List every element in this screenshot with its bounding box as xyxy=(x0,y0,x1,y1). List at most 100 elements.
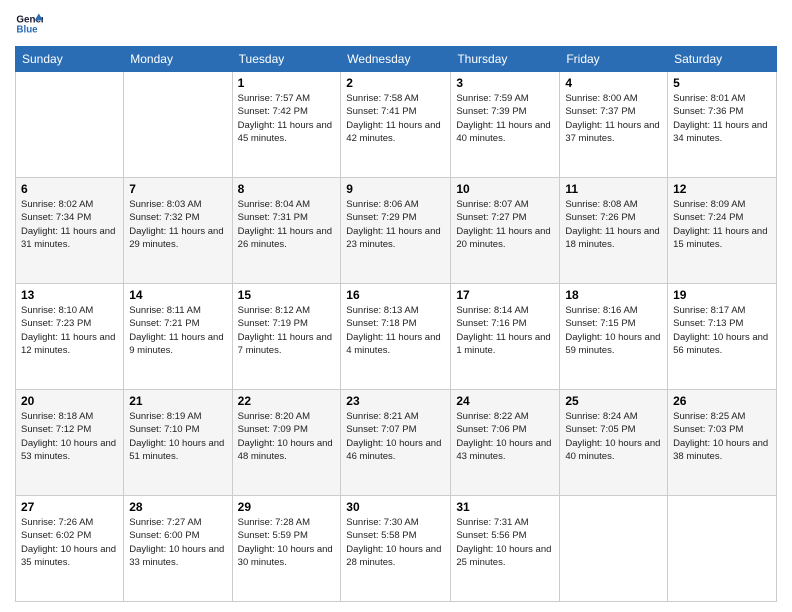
day-info: Sunrise: 7:59 AMSunset: 7:39 PMDaylight:… xyxy=(456,92,554,145)
day-number: 28 xyxy=(129,500,226,514)
calendar-cell: 29 Sunrise: 7:28 AMSunset: 5:59 PMDayligh… xyxy=(232,496,341,602)
day-info: Sunrise: 8:14 AMSunset: 7:16 PMDaylight:… xyxy=(456,304,554,357)
day-info: Sunrise: 8:25 AMSunset: 7:03 PMDaylight:… xyxy=(673,410,771,463)
day-number: 12 xyxy=(673,182,771,196)
day-info: Sunrise: 8:03 AMSunset: 7:32 PMDaylight:… xyxy=(129,198,226,251)
calendar-cell xyxy=(124,72,232,178)
day-number: 18 xyxy=(565,288,662,302)
calendar-cell: 8 Sunrise: 8:04 AMSunset: 7:31 PMDaylight… xyxy=(232,178,341,284)
week-row-5: 27 Sunrise: 7:26 AMSunset: 6:02 PMDayligh… xyxy=(16,496,777,602)
day-number: 1 xyxy=(238,76,336,90)
day-number: 24 xyxy=(456,394,554,408)
day-info: Sunrise: 8:18 AMSunset: 7:12 PMDaylight:… xyxy=(21,410,118,463)
calendar-cell: 16Sunrise: 8:13 AMSunset: 7:18 PMDayligh… xyxy=(341,284,451,390)
day-number: 4 xyxy=(565,76,662,90)
day-number: 7 xyxy=(129,182,226,196)
day-number: 11 xyxy=(565,182,662,196)
day-number: 5 xyxy=(673,76,771,90)
day-number: 14 xyxy=(129,288,226,302)
calendar-cell: 9 Sunrise: 8:06 AMSunset: 7:29 PMDaylight… xyxy=(341,178,451,284)
calendar-cell: 1 Sunrise: 7:57 AMSunset: 7:42 PMDaylight… xyxy=(232,72,341,178)
day-number: 23 xyxy=(346,394,445,408)
day-number: 16 xyxy=(346,288,445,302)
weekday-header-row: SundayMondayTuesdayWednesdayThursdayFrid… xyxy=(16,47,777,72)
day-info: Sunrise: 8:17 AMSunset: 7:13 PMDaylight:… xyxy=(673,304,771,357)
calendar-cell: 15 Sunrise: 8:12 AMSunset: 7:19 PMDayligh… xyxy=(232,284,341,390)
day-info: Sunrise: 8:24 AMSunset: 7:05 PMDaylight:… xyxy=(565,410,662,463)
day-info: Sunrise: 7:31 AMSunset: 5:56 PMDaylight:… xyxy=(456,516,554,569)
day-number: 10 xyxy=(456,182,554,196)
calendar-table: SundayMondayTuesdayWednesdayThursdayFrid… xyxy=(15,46,777,602)
calendar-cell: 12 Sunrise: 8:09 AMSunset: 7:24 PMDayligh… xyxy=(668,178,777,284)
calendar-cell: 4 Sunrise: 8:00 AMSunset: 7:37 PMDaylight… xyxy=(560,72,668,178)
day-info: Sunrise: 8:10 AMSunset: 7:23 PMDaylight:… xyxy=(21,304,118,357)
calendar-cell: 27 Sunrise: 7:26 AMSunset: 6:02 PMDayligh… xyxy=(16,496,124,602)
day-info: Sunrise: 8:04 AMSunset: 7:31 PMDaylight:… xyxy=(238,198,336,251)
day-info: Sunrise: 8:07 AMSunset: 7:27 PMDaylight:… xyxy=(456,198,554,251)
day-info: Sunrise: 8:01 AMSunset: 7:36 PMDaylight:… xyxy=(673,92,771,145)
day-number: 29 xyxy=(238,500,336,514)
day-info: Sunrise: 7:28 AMSunset: 5:59 PMDaylight:… xyxy=(238,516,336,569)
calendar-cell: 10 Sunrise: 8:07 AMSunset: 7:27 PMDayligh… xyxy=(451,178,560,284)
calendar-cell: 22Sunrise: 8:20 AMSunset: 7:09 PMDayligh… xyxy=(232,390,341,496)
calendar-cell: 19 Sunrise: 8:17 AMSunset: 7:13 PMDayligh… xyxy=(668,284,777,390)
weekday-header-wednesday: Wednesday xyxy=(341,47,451,72)
logo: General Blue xyxy=(15,10,43,38)
day-info: Sunrise: 8:21 AMSunset: 7:07 PMDaylight:… xyxy=(346,410,445,463)
calendar-cell: 14 Sunrise: 8:11 AMSunset: 7:21 PMDayligh… xyxy=(124,284,232,390)
day-info: Sunrise: 7:58 AMSunset: 7:41 PMDaylight:… xyxy=(346,92,445,145)
calendar-cell: 24 Sunrise: 8:22 AMSunset: 7:06 PMDayligh… xyxy=(451,390,560,496)
day-info: Sunrise: 8:08 AMSunset: 7:26 PMDaylight:… xyxy=(565,198,662,251)
day-info: Sunrise: 7:26 AMSunset: 6:02 PMDaylight:… xyxy=(21,516,118,569)
day-number: 19 xyxy=(673,288,771,302)
day-number: 20 xyxy=(21,394,118,408)
calendar-cell: 13Sunrise: 8:10 AMSunset: 7:23 PMDayligh… xyxy=(16,284,124,390)
calendar-cell xyxy=(668,496,777,602)
day-info: Sunrise: 8:16 AMSunset: 7:15 PMDaylight:… xyxy=(565,304,662,357)
day-info: Sunrise: 8:12 AMSunset: 7:19 PMDaylight:… xyxy=(238,304,336,357)
day-number: 21 xyxy=(129,394,226,408)
calendar-cell: 28 Sunrise: 7:27 AMSunset: 6:00 PMDayligh… xyxy=(124,496,232,602)
week-row-2: 6 Sunrise: 8:02 AMSunset: 7:34 PMDaylight… xyxy=(16,178,777,284)
calendar-cell: 17 Sunrise: 8:14 AMSunset: 7:16 PMDayligh… xyxy=(451,284,560,390)
calendar-cell: 30Sunrise: 7:30 AMSunset: 5:58 PMDayligh… xyxy=(341,496,451,602)
calendar-cell: 5 Sunrise: 8:01 AMSunset: 7:36 PMDaylight… xyxy=(668,72,777,178)
day-number: 25 xyxy=(565,394,662,408)
header: General Blue xyxy=(15,10,777,38)
day-info: Sunrise: 7:30 AMSunset: 5:58 PMDaylight:… xyxy=(346,516,445,569)
weekday-header-monday: Monday xyxy=(124,47,232,72)
day-number: 17 xyxy=(456,288,554,302)
day-info: Sunrise: 8:11 AMSunset: 7:21 PMDaylight:… xyxy=(129,304,226,357)
day-number: 15 xyxy=(238,288,336,302)
day-info: Sunrise: 8:06 AMSunset: 7:29 PMDaylight:… xyxy=(346,198,445,251)
calendar-cell: 3 Sunrise: 7:59 AMSunset: 7:39 PMDaylight… xyxy=(451,72,560,178)
calendar-cell: 2 Sunrise: 7:58 AMSunset: 7:41 PMDaylight… xyxy=(341,72,451,178)
day-info: Sunrise: 8:02 AMSunset: 7:34 PMDaylight:… xyxy=(21,198,118,251)
day-info: Sunrise: 8:22 AMSunset: 7:06 PMDaylight:… xyxy=(456,410,554,463)
day-number: 8 xyxy=(238,182,336,196)
day-number: 26 xyxy=(673,394,771,408)
day-info: Sunrise: 8:09 AMSunset: 7:24 PMDaylight:… xyxy=(673,198,771,251)
day-number: 3 xyxy=(456,76,554,90)
weekday-header-saturday: Saturday xyxy=(668,47,777,72)
calendar-cell: 31 Sunrise: 7:31 AMSunset: 5:56 PMDayligh… xyxy=(451,496,560,602)
weekday-header-friday: Friday xyxy=(560,47,668,72)
calendar-cell xyxy=(560,496,668,602)
day-info: Sunrise: 7:57 AMSunset: 7:42 PMDaylight:… xyxy=(238,92,336,145)
day-number: 9 xyxy=(346,182,445,196)
day-info: Sunrise: 8:00 AMSunset: 7:37 PMDaylight:… xyxy=(565,92,662,145)
logo-icon: General Blue xyxy=(15,10,43,38)
day-info: Sunrise: 8:19 AMSunset: 7:10 PMDaylight:… xyxy=(129,410,226,463)
day-number: 31 xyxy=(456,500,554,514)
calendar-cell: 18 Sunrise: 8:16 AMSunset: 7:15 PMDayligh… xyxy=(560,284,668,390)
day-number: 27 xyxy=(21,500,118,514)
calendar-cell: 25 Sunrise: 8:24 AMSunset: 7:05 PMDayligh… xyxy=(560,390,668,496)
day-number: 6 xyxy=(21,182,118,196)
calendar-cell: 7 Sunrise: 8:03 AMSunset: 7:32 PMDaylight… xyxy=(124,178,232,284)
page: General Blue SundayMondayTuesdayWednesda… xyxy=(0,0,792,612)
day-info: Sunrise: 7:27 AMSunset: 6:00 PMDaylight:… xyxy=(129,516,226,569)
week-row-1: 1 Sunrise: 7:57 AMSunset: 7:42 PMDaylight… xyxy=(16,72,777,178)
day-number: 2 xyxy=(346,76,445,90)
calendar-cell xyxy=(16,72,124,178)
calendar-cell: 23 Sunrise: 8:21 AMSunset: 7:07 PMDayligh… xyxy=(341,390,451,496)
